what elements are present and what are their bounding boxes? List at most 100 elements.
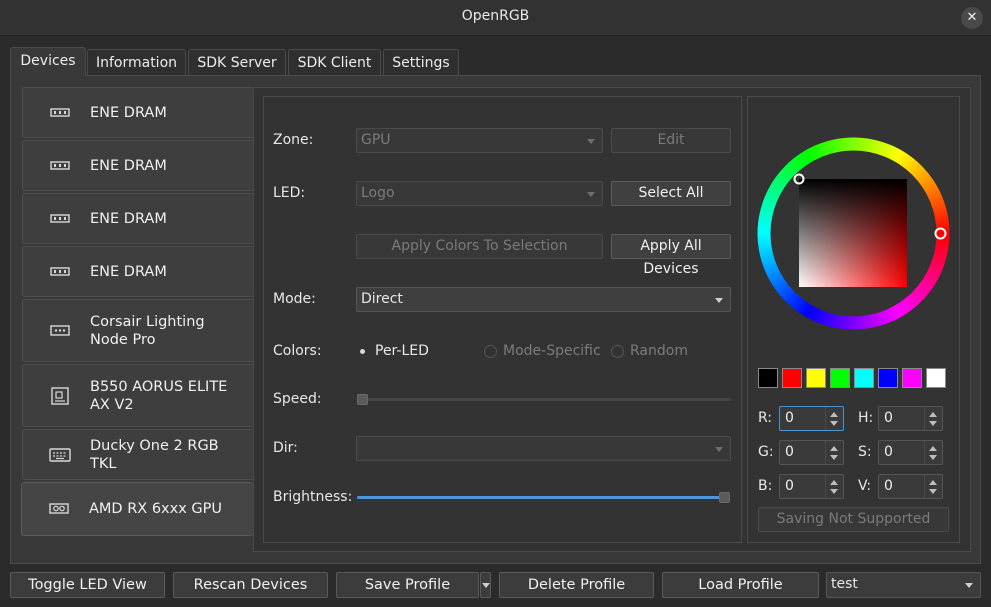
blue-value: 0 <box>785 478 794 494</box>
increment-icon[interactable] <box>830 480 838 485</box>
device-item-selected[interactable]: AMD RX 6xxx GPU <box>21 482 253 536</box>
s-label: S: <box>858 444 872 460</box>
controller-icon <box>50 324 70 336</box>
saturation-value: 0 <box>884 444 893 460</box>
saturation-spinbox[interactable]: 0 <box>878 440 943 465</box>
zone-select[interactable]: GPU <box>356 128 603 153</box>
color-swatch[interactable] <box>902 368 922 388</box>
decrement-icon[interactable] <box>929 489 937 494</box>
device-label: ENE DRAM <box>90 210 167 227</box>
keyboard-icon <box>49 447 71 462</box>
speed-label: Speed: <box>273 391 322 407</box>
device-item[interactable]: Corsair Lighting Node Pro <box>22 299 254 362</box>
color-swatch[interactable] <box>926 368 946 388</box>
radio-label: Mode-Specific <box>503 343 601 359</box>
device-label: Corsair Lighting Node Pro <box>90 313 205 348</box>
increment-icon[interactable] <box>830 412 838 417</box>
device-label: Ducky One 2 RGB TKL <box>90 437 219 472</box>
color-swatch[interactable] <box>854 368 874 388</box>
device-item[interactable]: B550 AORUS ELITE AX V2 <box>22 364 254 427</box>
ram-icon <box>50 160 70 170</box>
r-label: R: <box>758 410 773 426</box>
tab-sdk-server[interactable]: SDK Server <box>188 49 286 76</box>
led-label: LED: <box>273 185 306 201</box>
load-profile-button[interactable]: Load Profile <box>662 572 819 598</box>
color-swatch[interactable] <box>830 368 850 388</box>
direction-select[interactable] <box>356 436 731 461</box>
save-profile-button[interactable]: Save Profile <box>336 572 479 598</box>
device-label: ENE DRAM <box>90 104 167 121</box>
apply-all-devices-button[interactable]: Apply All Devices <box>611 234 731 277</box>
toggle-led-view-button[interactable]: Toggle LED View <box>10 572 165 598</box>
color-wheel[interactable] <box>757 137 950 330</box>
tab-devices[interactable]: Devices <box>10 47 86 76</box>
profile-select[interactable]: test <box>826 572 981 598</box>
led-select[interactable]: Logo <box>356 181 603 206</box>
brightness-slider-handle[interactable] <box>719 492 730 503</box>
speed-slider-handle[interactable] <box>357 394 368 405</box>
saving-not-supported-button[interactable]: Saving Not Supported <box>758 507 949 532</box>
radio-label: Random <box>630 343 688 359</box>
mode-value: Direct <box>361 291 403 307</box>
b-label: B: <box>758 478 773 494</box>
chevron-down-icon <box>965 583 973 588</box>
increment-icon[interactable] <box>929 412 937 417</box>
brightness-label: Brightness: <box>273 489 353 505</box>
increment-icon[interactable] <box>830 446 838 451</box>
mode-settings-group <box>263 96 742 543</box>
device-item[interactable]: Ducky One 2 RGB TKL <box>22 429 254 480</box>
ram-icon <box>50 266 70 276</box>
color-swatch[interactable] <box>806 368 826 388</box>
color-swatch[interactable] <box>758 368 778 388</box>
device-item[interactable]: ENE DRAM <box>22 87 254 138</box>
zone-label: Zone: <box>273 132 314 148</box>
tab-sdk-client[interactable]: SDK Client <box>288 49 381 76</box>
mode-select[interactable]: Direct <box>356 287 731 312</box>
blue-spinbox[interactable]: 0 <box>779 474 844 499</box>
device-item[interactable]: ENE DRAM <box>22 140 254 191</box>
radio-indicator <box>484 345 497 358</box>
hue-spinbox[interactable]: 0 <box>878 406 943 431</box>
hue-value: 0 <box>884 410 893 426</box>
decrement-icon[interactable] <box>830 455 838 460</box>
save-profile-menu-button[interactable] <box>480 572 491 598</box>
value-value: 0 <box>884 478 893 494</box>
apply-colors-to-selection-button[interactable]: Apply Colors To Selection <box>356 234 603 259</box>
motherboard-icon <box>51 386 69 405</box>
device-item[interactable]: ENE DRAM <box>22 193 254 244</box>
radio-indicator <box>611 345 624 358</box>
chevron-down-icon <box>715 447 723 452</box>
select-all-button[interactable]: Select All <box>611 181 731 206</box>
rescan-devices-button[interactable]: Rescan Devices <box>173 572 328 598</box>
title-bar: OpenRGB ✕ <box>0 0 991 36</box>
green-spinbox[interactable]: 0 <box>779 440 844 465</box>
decrement-icon[interactable] <box>830 421 838 426</box>
decrement-icon[interactable] <box>929 455 937 460</box>
increment-icon[interactable] <box>929 446 937 451</box>
device-item[interactable]: ENE DRAM <box>22 246 254 297</box>
color-swatch[interactable] <box>782 368 802 388</box>
increment-icon[interactable] <box>929 480 937 485</box>
brightness-slider-fill <box>357 496 721 499</box>
chevron-down-icon <box>715 298 723 303</box>
chevron-down-icon <box>587 192 595 197</box>
decrement-icon[interactable] <box>830 489 838 494</box>
radio-indicator <box>356 345 369 358</box>
profile-value: test <box>831 576 858 592</box>
red-spinbox[interactable]: 0 <box>779 406 844 431</box>
close-button[interactable]: ✕ <box>961 7 983 29</box>
v-label: V: <box>858 478 872 494</box>
red-value: 0 <box>785 410 794 426</box>
ram-icon <box>50 107 70 117</box>
h-label: H: <box>858 410 874 426</box>
edit-zone-button[interactable]: Edit <box>611 128 731 153</box>
value-spinbox[interactable]: 0 <box>878 474 943 499</box>
dir-label: Dir: <box>273 440 298 456</box>
speed-slider[interactable] <box>357 398 731 401</box>
tab-settings[interactable]: Settings <box>383 49 459 76</box>
color-swatch[interactable] <box>878 368 898 388</box>
tab-information[interactable]: Information <box>87 49 186 76</box>
decrement-icon[interactable] <box>929 421 937 426</box>
delete-profile-button[interactable]: Delete Profile <box>499 572 654 598</box>
led-value: Logo <box>361 185 395 201</box>
